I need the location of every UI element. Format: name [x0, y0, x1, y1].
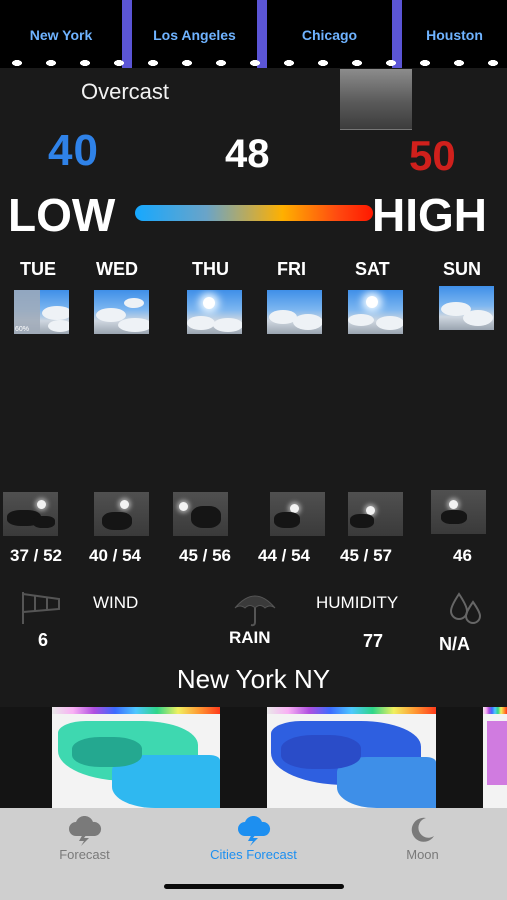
day-range-thu: 45 / 56 — [179, 546, 231, 565]
day-range-sun: 46 — [453, 546, 472, 565]
sunny-day-icon — [187, 290, 242, 334]
partly-cloudy-day-icon — [94, 290, 149, 334]
city-tab-label: Houston — [426, 27, 483, 43]
city-tab-label: Chicago — [301, 27, 358, 43]
partly-cloudy-day-icon — [439, 286, 494, 330]
rain-label: RAIN — [229, 628, 271, 647]
cloudy-night-icon — [431, 490, 486, 534]
wind-label: WIND — [93, 593, 139, 612]
forecast-map-thumbnail[interactable] — [267, 707, 436, 808]
day-label-wed: WED — [96, 259, 138, 279]
city-selector-bar: New York Los Angeles Chicago Houston — [0, 0, 507, 68]
forecast-map-strip[interactable] — [0, 707, 507, 808]
forecast-map-thumbnail[interactable] — [52, 707, 220, 808]
day-label-thu: THU — [192, 259, 229, 279]
storm-cloud-icon — [69, 816, 102, 846]
scroll-dots-decoration — [0, 58, 507, 68]
current-temperature: 48 — [225, 132, 270, 176]
day-range-wed: 40 / 54 — [89, 546, 141, 565]
day-range-fri: 44 / 54 — [258, 546, 310, 565]
tab-forecast[interactable]: Forecast — [0, 808, 169, 900]
precipitation-overlay: 60% — [14, 290, 40, 334]
cloudy-night-icon — [173, 492, 228, 536]
wind-value: 6 — [38, 630, 49, 650]
city-tab-label: New York — [29, 27, 93, 43]
tab-label: Forecast — [59, 847, 110, 862]
high-temperature: 50 — [409, 132, 456, 179]
extra-value: N/A — [439, 634, 470, 654]
day-label-fri: FRI — [277, 259, 306, 279]
city-tab-label: Los Angeles — [153, 27, 236, 43]
tab-label: Cities Forecast — [210, 847, 297, 862]
day-label-sun: SUN — [443, 259, 482, 279]
umbrella-icon — [234, 595, 276, 627]
windsock-icon — [22, 592, 60, 624]
tab-label: Moon — [406, 847, 439, 862]
partly-cloudy-day-icon — [267, 290, 322, 334]
home-indicator[interactable] — [164, 884, 344, 889]
temperature-range-bar — [135, 205, 373, 221]
moon-icon — [411, 817, 434, 842]
day-range-sat: 45 / 57 — [340, 546, 392, 565]
tab-moon[interactable]: Moon — [338, 808, 507, 900]
cloudy-night-icon — [94, 492, 149, 536]
cloudy-night-icon — [3, 492, 58, 536]
day-label-sat: SAT — [355, 259, 390, 279]
water-drops-icon — [449, 592, 482, 624]
storm-cloud-icon — [238, 816, 271, 846]
sunny-day-icon — [348, 290, 403, 334]
high-label: HIGH — [372, 189, 487, 241]
low-label: LOW — [8, 189, 116, 241]
day-label-tue: TUE — [20, 259, 56, 279]
precipitation-chance: 60% — [15, 326, 30, 333]
humidity-value: 77 — [363, 631, 384, 651]
overcast-sky-image — [340, 69, 412, 130]
cloudy-night-icon — [348, 492, 403, 536]
current-condition: Overcast — [81, 79, 170, 104]
humidity-label: HUMIDITY — [316, 593, 399, 612]
day-range-tue: 37 / 52 — [10, 546, 62, 565]
low-temperature: 40 — [48, 126, 99, 175]
partly-cloudy-day-icon: 60% — [14, 290, 69, 334]
forecast-map-thumbnail[interactable] — [483, 707, 507, 808]
cloudy-night-icon — [270, 492, 325, 536]
location-title: New York NY — [176, 664, 331, 694]
